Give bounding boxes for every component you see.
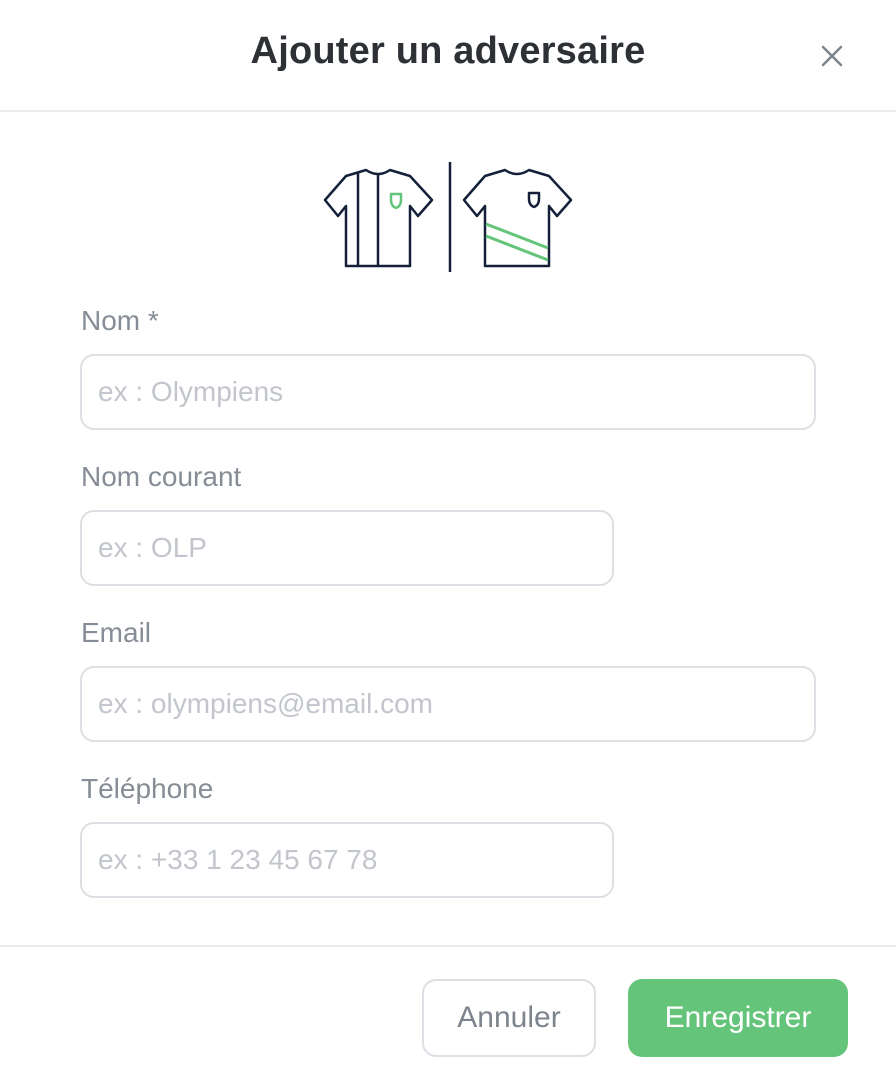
- cancel-button[interactable]: Annuler: [422, 979, 596, 1057]
- phone-input[interactable]: [80, 822, 614, 898]
- striped-jersey-icon: [323, 168, 434, 268]
- modal-header: Ajouter un adversaire: [0, 0, 896, 112]
- save-button[interactable]: Enregistrer: [628, 979, 848, 1057]
- close-icon[interactable]: [818, 42, 846, 70]
- name-input[interactable]: [80, 354, 816, 430]
- modal-title: Ajouter un adversaire: [250, 30, 646, 72]
- email-input[interactable]: [80, 666, 816, 742]
- phone-label: Téléphone: [81, 773, 214, 804]
- short-name-input[interactable]: [80, 510, 614, 586]
- sash-jersey-icon: [462, 168, 573, 268]
- short-name-label: Nom courant: [81, 461, 242, 492]
- modal-footer: Annuler Enregistrer: [0, 945, 896, 1088]
- email-label: Email: [81, 617, 152, 648]
- name-label: Nom *: [81, 305, 159, 336]
- add-opponent-modal: Ajouter un adversaire Nom * ex: Olympie…: [0, 0, 896, 1088]
- jersey-preview: [320, 158, 580, 278]
